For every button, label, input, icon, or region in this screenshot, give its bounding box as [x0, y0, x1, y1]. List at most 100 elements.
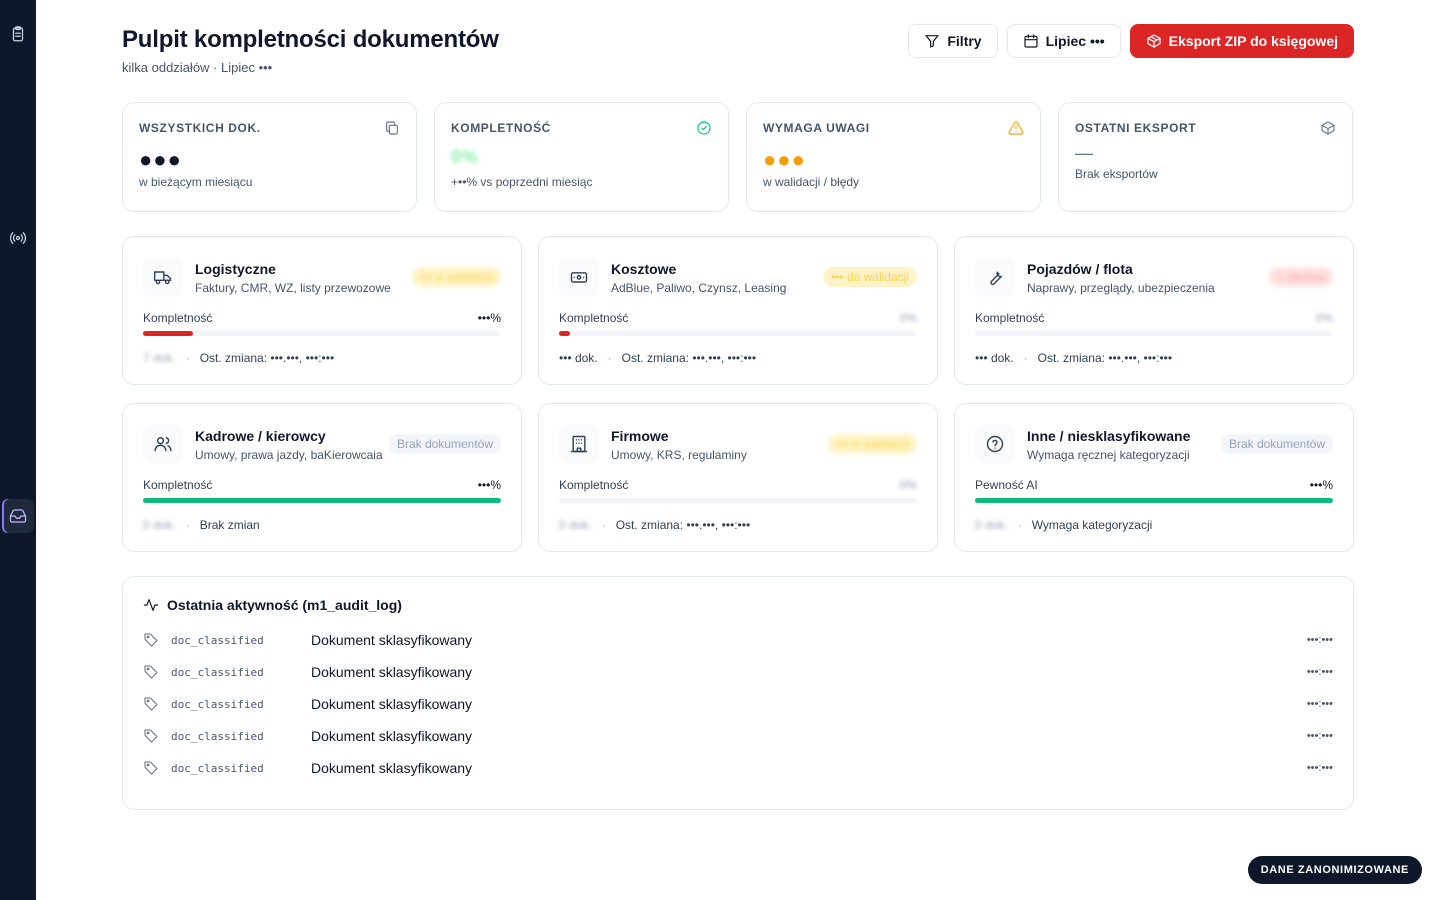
calendar-icon	[1023, 34, 1038, 48]
document-count: 7 dok.	[143, 351, 176, 365]
activity-header: Ostatnia aktywność (m1_audit_log)	[143, 597, 1333, 613]
event-text: Dokument sklasyfikowany	[311, 664, 473, 680]
progress-label: Kompletność	[559, 478, 629, 492]
category-description: Faktury, CMR, WZ, listy przewozowe	[195, 281, 391, 295]
progress-track	[143, 331, 501, 336]
last-change: Ost. zmiana: •••.•••, •••:•••	[1037, 351, 1173, 365]
header-actions: Filtry Lipiec ••• Eksport ZIP do księgow…	[908, 24, 1354, 58]
document-count: 0 dok.	[143, 518, 176, 532]
category-description: Naprawy, przeglądy, ubezpieczenia	[1027, 281, 1215, 295]
activity-title: Ostatnia aktywność (m1_audit_log)	[167, 597, 402, 613]
event-code: doc_classified	[171, 697, 264, 711]
event-time: •••:•••	[1306, 698, 1333, 710]
kpi-card-attention: WYMAGA UWAGI ●●● w walidacji / błędy	[746, 102, 1041, 212]
category-footer: ••• dok. · Ost. zmiana: •••.•••, •••:•••	[559, 351, 757, 365]
kpi-card-total: WSZYSTKICH DOK. ●●● w bieżącym miesiącu	[122, 102, 417, 212]
event-time: •••:•••	[1306, 634, 1333, 646]
category-grid: Logistyczne Faktury, CMR, WZ, listy prze…	[122, 236, 1354, 552]
kpi-value: ●●●	[763, 147, 806, 172]
category-title: Firmowe	[611, 428, 669, 444]
category-title: Logistyczne	[195, 261, 276, 277]
progress-value: •••%	[477, 478, 501, 492]
progress-label: Kompletność	[143, 311, 213, 325]
list-item[interactable]: doc_classified Dokument sklasyfikowany •…	[143, 656, 1333, 688]
activity-icon	[143, 599, 159, 611]
clipboard-icon	[12, 26, 24, 42]
event-text: Dokument sklasyfikowany	[311, 696, 473, 712]
export-zip-button[interactable]: Eksport ZIP do księgowej	[1129, 24, 1354, 58]
kpi-note: w bieżącym miesiącu	[139, 175, 253, 189]
category-footer: 0 dok. · Brak zmian	[143, 518, 260, 532]
inbox-icon	[9, 509, 27, 523]
activity-list: doc_classified Dokument sklasyfikowany •…	[143, 624, 1333, 784]
document-count: 0 dok.	[559, 518, 592, 532]
page-subtitle: kilka oddziałów · Lipiec •••	[122, 60, 273, 75]
category-title: Kadrowe / kierowcy	[195, 428, 326, 444]
category-title: Kosztowe	[611, 261, 677, 277]
progress-track	[143, 498, 501, 503]
building-icon	[570, 435, 588, 453]
category-card-other[interactable]: Inne / niesklasyfikowane Wymaga ręcznej …	[954, 403, 1354, 552]
tag-icon	[144, 665, 158, 679]
last-change: Brak zmian	[199, 518, 260, 532]
banknote-icon	[570, 272, 588, 283]
tag-icon	[144, 633, 158, 647]
event-time: •••:•••	[1306, 730, 1333, 742]
sidebar-item-documents[interactable]	[2, 17, 34, 51]
sidebar-item-inbox[interactable]	[2, 499, 34, 533]
filters-button-label: Filtry	[947, 33, 982, 49]
kpi-value: 0%	[451, 147, 480, 167]
category-description: Umowy, prawa jazdy, baKierowcaia	[195, 448, 383, 462]
category-description: AdBlue, Paliwo, Czynsz, Leasing	[611, 281, 787, 295]
activity-panel: Ostatnia aktywność (m1_audit_log) doc_cl…	[122, 576, 1354, 810]
export-zip-label: Eksport ZIP do księgowej	[1168, 33, 1338, 49]
sidebar-item-live[interactable]	[2, 221, 34, 255]
progress-fill	[143, 498, 501, 503]
copy-icon	[386, 121, 398, 135]
event-code: doc_classified	[171, 633, 264, 647]
tag-icon	[144, 761, 158, 775]
category-footer: 7 dok. · Ost. zmiana: •••.•••, •••:•••	[143, 351, 335, 365]
users-icon	[154, 437, 172, 452]
wrench-icon	[990, 271, 1003, 285]
progress-value: 0%	[899, 311, 917, 325]
category-card-costs[interactable]: Kosztowe AdBlue, Paliwo, Czynsz, Leasing…	[538, 236, 938, 385]
category-card-company[interactable]: Firmowe Umowy, KRS, regulaminy ••• w wal…	[538, 403, 938, 552]
status-badge: Brak dokumentów	[1220, 434, 1333, 454]
progress-value: •••%	[477, 311, 501, 325]
filters-button[interactable]: Filtry	[908, 24, 998, 58]
category-title: Inne / niesklasyfikowane	[1027, 428, 1191, 444]
event-text: Dokument sklasyfikowany	[311, 632, 473, 648]
list-item[interactable]: doc_classified Dokument sklasyfikowany •…	[143, 720, 1333, 752]
last-change: Ost. zmiana: •••.•••, •••:•••	[615, 518, 751, 532]
progress-fill	[143, 331, 194, 336]
month-picker-label: Lipiec •••	[1045, 33, 1105, 49]
category-card-logistics[interactable]: Logistyczne Faktury, CMR, WZ, listy prze…	[122, 236, 522, 385]
progress-label: Kompletność	[559, 311, 629, 325]
list-item[interactable]: doc_classified Dokument sklasyfikowany •…	[143, 624, 1333, 656]
category-card-hr[interactable]: Kadrowe / kierowcy Umowy, prawa jazdy, b…	[122, 403, 522, 552]
progress-fill	[975, 498, 1333, 503]
page-header: Pulpit kompletności dokumentów kilka odd…	[122, 24, 1354, 78]
list-item[interactable]: doc_classified Dokument sklasyfikowany •…	[143, 752, 1333, 784]
category-footer: 0 dok. · Ost. zmiana: •••.•••, •••:•••	[559, 518, 751, 532]
list-item[interactable]: doc_classified Dokument sklasyfikowany •…	[143, 688, 1333, 720]
kpi-label: OSTATNI EKSPORT	[1075, 121, 1197, 135]
event-text: Dokument sklasyfikowany	[311, 760, 473, 776]
tag-icon	[144, 697, 158, 711]
category-card-fleet[interactable]: Pojazdów / flota Naprawy, przeglądy, ube…	[954, 236, 1354, 385]
document-count: 0 dok.	[975, 518, 1008, 532]
last-change: Ost. zmiana: •••.•••, •••:•••	[199, 351, 335, 365]
filter-icon	[925, 35, 939, 48]
progress-track	[559, 498, 917, 503]
check-circle-icon	[697, 121, 711, 135]
truck-icon	[153, 271, 172, 285]
event-text: Dokument sklasyfikowany	[311, 728, 473, 744]
event-time: •••:•••	[1306, 666, 1333, 678]
broadcast-icon	[9, 232, 27, 244]
kpi-label: KOMPLETNOŚĆ	[451, 121, 551, 135]
month-picker-button[interactable]: Lipiec •••	[1006, 24, 1121, 58]
anonymized-data-badge: DANE ZANONIMIZOWANE	[1247, 856, 1422, 884]
last-change: Ost. zmiana: •••.•••, •••:•••	[621, 351, 757, 365]
progress-label: Kompletność	[975, 311, 1045, 325]
